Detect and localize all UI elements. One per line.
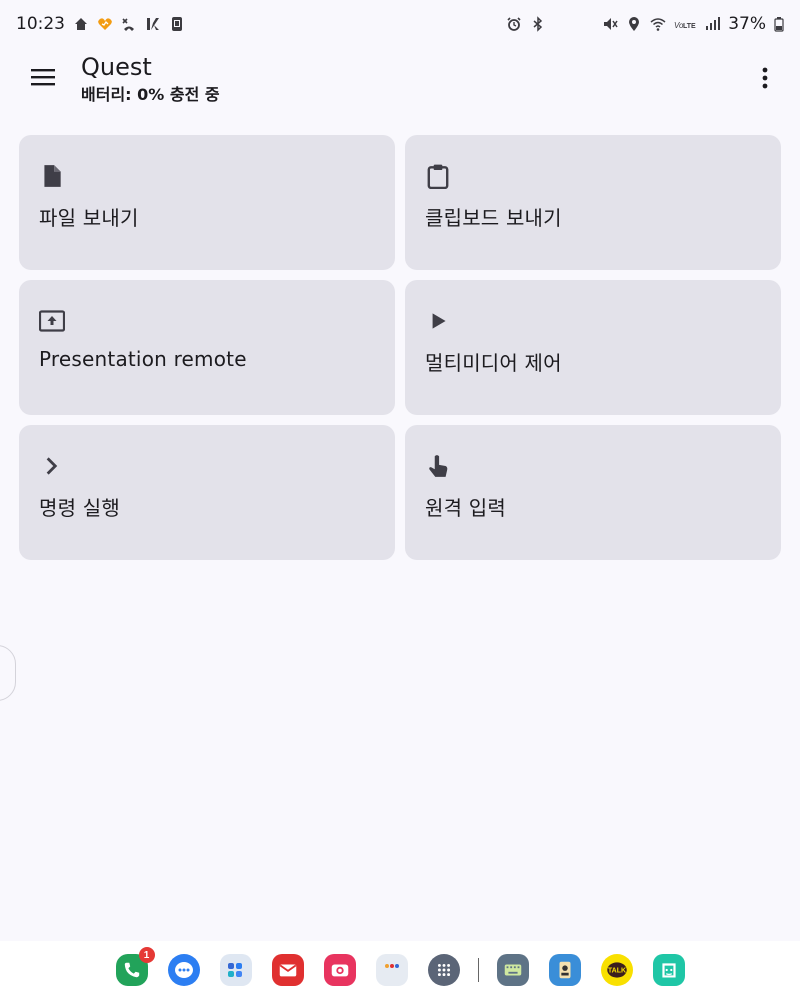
status-bar: 10:23 Vo LTE 37% [0, 0, 800, 48]
dock-icons: 1 TALK [106, 947, 695, 986]
card-label: 원격 입력 [425, 496, 506, 520]
card-label: 파일 보내기 [39, 206, 139, 230]
phone-missed-icon [121, 16, 137, 32]
heart-notify-icon [97, 16, 113, 32]
keyboard-app-icon[interactable] [496, 954, 529, 986]
card-label: 명령 실행 [39, 496, 120, 520]
edge-panel-handle[interactable] [0, 645, 16, 701]
finder-app-icon[interactable] [548, 954, 581, 986]
card-run-command[interactable]: 명령 실행 [19, 425, 395, 560]
location-icon [626, 16, 642, 32]
apps-drawer-icon[interactable] [427, 954, 460, 986]
card-multimedia-control[interactable]: 멀티미디어 제어 [405, 280, 781, 415]
plugin-grid: 파일 보내기 클립보드 보내기 Presentation remote 멀티미디… [19, 135, 781, 560]
status-time: 10:23 [16, 14, 65, 34]
card-send-clipboard[interactable]: 클립보드 보내기 [405, 135, 781, 270]
card-label: 클립보드 보내기 [425, 206, 562, 230]
camera-app-icon[interactable] [323, 954, 356, 986]
app-notify-icon [145, 16, 161, 32]
phone-app-icon[interactable]: 1 [115, 947, 155, 986]
card-presentation-remote[interactable]: Presentation remote [19, 280, 395, 415]
kakaotalk-app-icon[interactable]: TALK [600, 954, 633, 986]
bluetooth-icon [530, 16, 546, 32]
folder2-app-icon[interactable] [375, 954, 408, 986]
notification-badge: 1 [138, 947, 155, 963]
hamburger-icon [31, 69, 55, 86]
taskbar-dock: 1 TALK [0, 941, 800, 999]
battery-icon [774, 16, 784, 32]
page-title: Quest [81, 53, 152, 81]
mail-app-icon[interactable] [271, 954, 304, 986]
more-vert-icon [762, 67, 768, 89]
screen: 10:23 Vo LTE 37% Quest 배터리: 0% 충전 중 파일 보… [0, 0, 800, 999]
messages-app-icon[interactable] [167, 954, 200, 986]
mute-icon [602, 16, 618, 32]
touch-icon [425, 453, 451, 479]
menu-button[interactable] [24, 58, 62, 96]
file-icon [39, 163, 65, 189]
card-send-file[interactable]: 파일 보내기 [19, 135, 395, 270]
status-left: 10:23 [16, 14, 185, 34]
play-icon [425, 308, 451, 334]
alarm-icon [506, 16, 522, 32]
card-label: Presentation remote [39, 347, 247, 371]
mi-home-app-icon[interactable] [652, 954, 685, 986]
wifi-icon [650, 16, 666, 32]
signal-icon [704, 16, 721, 32]
card-remote-input[interactable]: 원격 입력 [405, 425, 781, 560]
status-right: Vo LTE 37% [506, 14, 784, 34]
screen-notify-icon [169, 16, 185, 32]
folder-app-icon[interactable] [219, 954, 252, 986]
battery-percent: 37% [728, 14, 766, 34]
volte-icon: Vo LTE [674, 16, 696, 32]
battery-status: 배터리: 0% 충전 중 [81, 85, 220, 104]
dock-separator [477, 958, 479, 982]
kakao-label: TALK [607, 968, 626, 975]
home-notify-icon [73, 16, 89, 32]
overflow-menu-button[interactable] [750, 60, 780, 96]
card-label: 멀티미디어 제어 [425, 351, 562, 375]
svg-text:LTE: LTE [683, 23, 696, 30]
clipboard-icon [425, 163, 451, 189]
chevron-right-icon [39, 453, 65, 479]
presentation-icon [39, 308, 65, 334]
title-wrap: Quest 배터리: 0% 충전 중 [81, 52, 220, 107]
app-bar: Quest 배터리: 0% 충전 중 [0, 48, 800, 116]
